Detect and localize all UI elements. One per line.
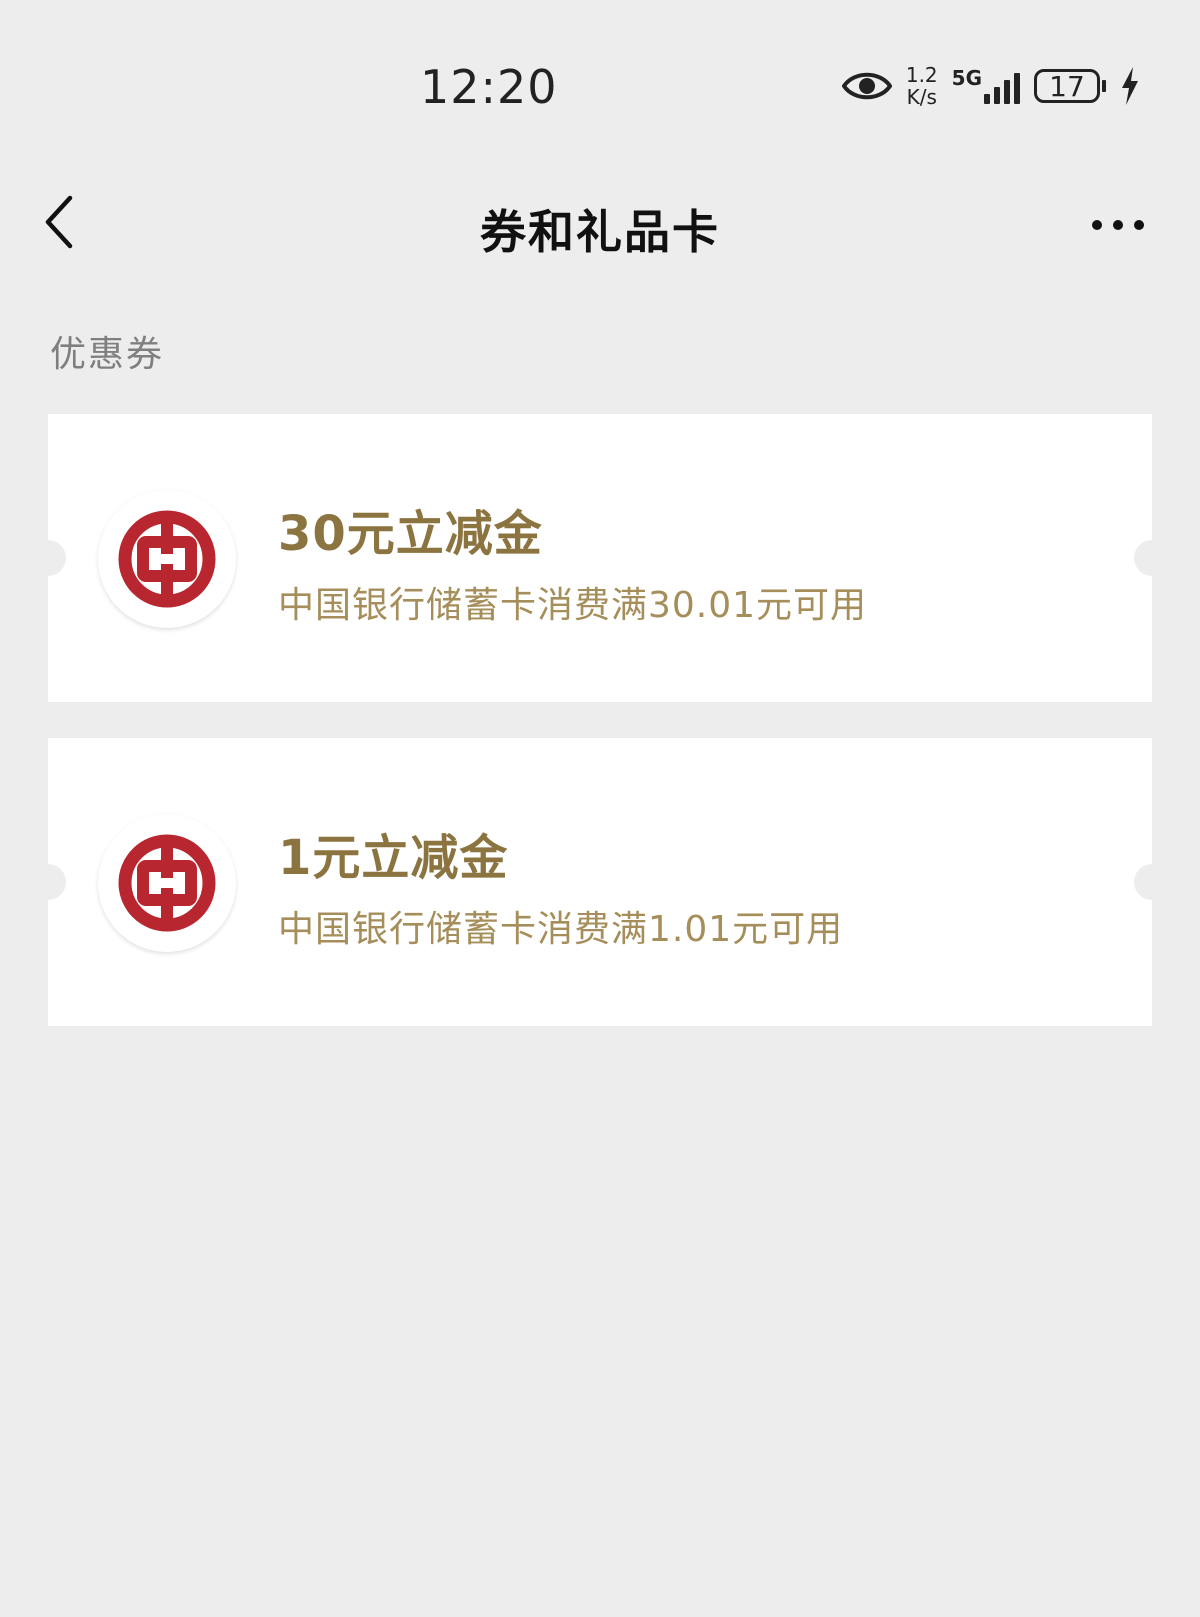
charging-bolt-icon: [1120, 67, 1140, 105]
status-bar: 12:20 1.2 K/s 5G 17: [0, 0, 1200, 150]
ticket-notch-right: [1134, 864, 1152, 900]
more-horizontal-icon: [1092, 220, 1102, 230]
battery-level: 17: [1034, 69, 1100, 103]
coupon-list: 30元立减金 中国银行储蓄卡消费满30.01元可用 1元立减金 中国银行储蓄卡消…: [48, 414, 1152, 1062]
ticket-notch-left: [48, 864, 66, 900]
ticket-notch-left: [48, 540, 66, 576]
status-time: 12:20: [420, 60, 558, 114]
network-speed-value: 1.2: [905, 63, 938, 87]
coupon-card[interactable]: 1元立减金 中国银行储蓄卡消费满1.01元可用: [48, 738, 1152, 1026]
navigation-bar: 券和礼品卡: [0, 170, 1200, 280]
coupon-description: 中国银行储蓄卡消费满30.01元可用: [278, 585, 868, 626]
cellular-signal: 5G: [952, 68, 1020, 104]
network-speed-unit: K/s: [906, 85, 937, 109]
status-icons: 1.2 K/s 5G 17: [841, 64, 1140, 108]
coupon-title: 1元立减金: [278, 830, 509, 886]
section-label-coupons: 优惠券: [50, 334, 165, 375]
eye-icon: [841, 69, 892, 103]
signal-bars-icon: [984, 68, 1020, 104]
battery-icon: 17: [1034, 69, 1106, 103]
page-title: 券和礼品卡: [480, 205, 720, 259]
coupon-title: 30元立减金: [278, 506, 543, 562]
bank-of-china-logo: [98, 814, 236, 952]
coupon-description: 中国银行储蓄卡消费满1.01元可用: [278, 909, 844, 950]
more-options-button[interactable]: [1088, 216, 1148, 234]
coupon-card[interactable]: 30元立减金 中国银行储蓄卡消费满30.01元可用: [48, 414, 1152, 702]
network-speed: 1.2 K/s: [906, 64, 938, 108]
bank-of-china-logo: [98, 490, 236, 628]
network-type: 5G: [951, 66, 982, 90]
ticket-notch-right: [1134, 540, 1152, 576]
